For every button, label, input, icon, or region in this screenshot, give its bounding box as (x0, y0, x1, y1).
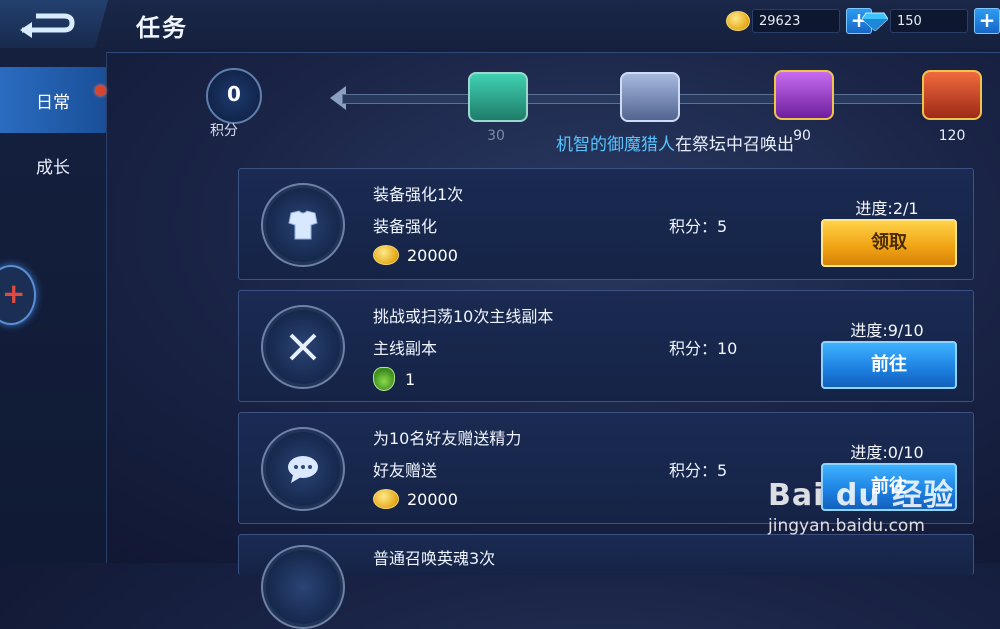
task-card: 挑战或扫荡10次主线副本 主线副本 1 积分：10 进度:9/10 前往 (238, 290, 974, 402)
task-points: 积分：5 (669, 217, 728, 236)
diamond-icon (862, 12, 888, 31)
tab-growth[interactable]: 成长 (0, 132, 106, 198)
tab-growth-label: 成长 (36, 157, 70, 178)
gem-currency: 150 + (862, 8, 1000, 34)
task-points: 积分：10 (669, 339, 738, 358)
potion-icon (373, 367, 395, 391)
task-progress: 进度:2/1 (855, 199, 919, 218)
gem-amount: 150 (890, 9, 968, 33)
score-value: 0 (227, 82, 241, 106)
back-arrow-icon (20, 13, 75, 38)
task-reward: 20000 (373, 245, 458, 265)
tab-daily-label: 日常 (36, 92, 70, 113)
armor-icon (288, 210, 318, 240)
task-reward: 20000 (373, 489, 458, 509)
notification-dot (95, 85, 106, 96)
announcement-highlight: 机智的御魔猎人 (556, 135, 675, 155)
score-badge: 0 (206, 68, 262, 124)
chat-bubble-icon (288, 456, 318, 483)
task-category: 主线副本 (373, 339, 438, 358)
score-progress: 0 积分 30 90 120 机智的御魔猎人在祭坛中召唤出 (170, 62, 1000, 155)
task-title: 挑战或扫荡10次主线副本 (373, 307, 554, 326)
gold-currency: 29623 + (726, 8, 872, 34)
back-button[interactable] (0, 0, 108, 48)
go-button[interactable]: 前往 (821, 341, 957, 389)
announcement: 机智的御魔猎人在祭坛中召唤出 (556, 130, 794, 155)
task-progress: 进度:0/10 (850, 443, 924, 462)
teal-chest-icon[interactable] (468, 72, 528, 122)
tab-daily[interactable]: 日常 (0, 67, 106, 133)
red-chest-icon[interactable] (922, 70, 982, 120)
claim-button[interactable]: 领取 (821, 219, 957, 267)
task-title: 装备强化1次 (373, 185, 464, 204)
task-card: 普通召唤英魂3次 (238, 534, 974, 629)
silver-chest-icon[interactable] (620, 72, 680, 122)
task-title: 普通召唤英魂3次 (373, 549, 496, 568)
task-reward: 1 (373, 367, 415, 391)
top-bar: 任务 29623 + 150 + (0, 0, 1000, 53)
crossed-swords-icon (289, 333, 317, 361)
coin-icon (726, 11, 750, 31)
coin-icon (373, 245, 399, 265)
task-progress: 进度:9/10 (850, 321, 924, 340)
milestone-label: 30 (487, 128, 505, 144)
reward-amount: 20000 (407, 245, 458, 265)
reward-amount: 1 (405, 369, 416, 389)
summon-icon (261, 545, 345, 629)
task-icon-ring (261, 183, 345, 267)
announcement-text: 在祭坛中召唤出 (675, 135, 794, 155)
task-points: 积分：5 (669, 461, 728, 480)
watermark-url: jingyan.baidu.com (768, 516, 925, 536)
milestone-label: 120 (938, 128, 966, 144)
task-category: 装备强化 (373, 217, 438, 236)
coin-icon (373, 489, 399, 509)
add-gems-button[interactable]: + (974, 8, 1000, 34)
task-title: 为10名好友赠送精力 (373, 429, 522, 448)
task-icon-ring (261, 305, 345, 389)
watermark-brand: Bai du 经验 (768, 478, 955, 513)
reward-amount: 20000 (407, 489, 458, 509)
page-title: 任务 (136, 14, 188, 42)
task-card: 装备强化1次 装备强化 20000 积分：5 进度:2/1 领取 (238, 168, 974, 280)
gold-amount: 29623 (752, 9, 840, 33)
task-category: 好友赠送 (373, 461, 438, 480)
watermark: Bai du 经验 jingyan.baidu.com (768, 470, 955, 536)
purple-chest-icon[interactable] (774, 70, 834, 120)
task-icon-ring (261, 427, 345, 511)
score-label: 积分 (210, 123, 238, 139)
